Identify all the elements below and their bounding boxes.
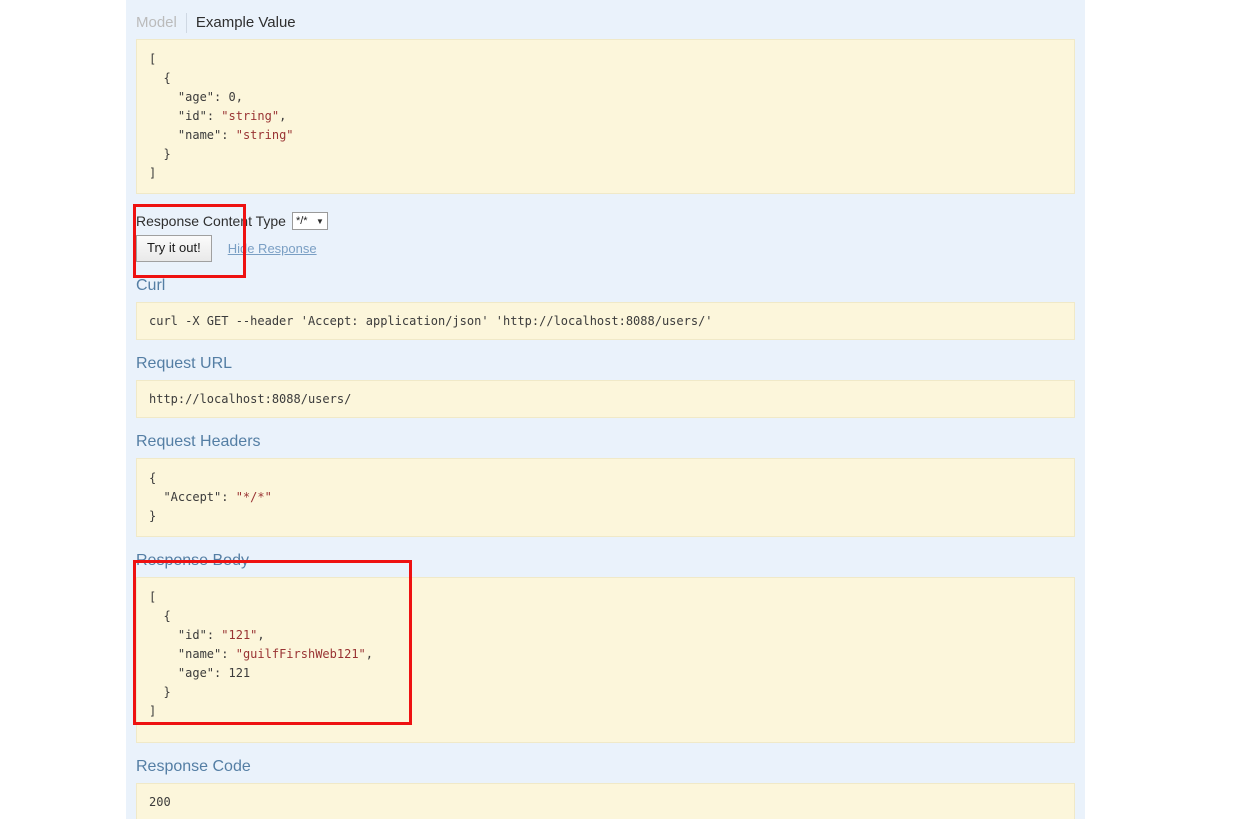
response-body-section-title: Response Body <box>136 552 249 569</box>
chevron-down-icon: ▼ <box>316 216 324 226</box>
swagger-ui-page: Model Example Value [ { "age": 0, "id": … <box>0 0 1245 819</box>
request-headers-section-title: Request Headers <box>136 433 261 450</box>
curl-command-block: curl -X GET --header 'Accept: applicatio… <box>136 302 1075 340</box>
try-it-out-button[interactable]: Try it out! <box>136 235 212 262</box>
response-content-type-row: Response Content Type */* ▼ <box>136 212 1085 230</box>
tab-example-value[interactable]: Example Value <box>185 13 305 33</box>
response-body-block: [ { "id": "121", "name": "guilfFirshWeb1… <box>136 577 1075 743</box>
model-example-tabs: Model Example Value <box>126 0 1085 33</box>
response-content-type-select[interactable]: */* ▼ <box>291 212 328 230</box>
request-url-section-title: Request URL <box>136 355 233 372</box>
response-code-block: 200 <box>136 783 1075 819</box>
response-content-type-value: */* <box>295 215 308 227</box>
action-row: Try it out! Hide Response <box>136 235 1085 262</box>
curl-section-title: Curl <box>136 277 166 294</box>
hide-response-link[interactable]: Hide Response <box>228 241 317 256</box>
request-url-block: http://localhost:8088/users/ <box>136 380 1075 418</box>
tab-model[interactable]: Model <box>136 13 186 33</box>
response-code-section-title: Response Code <box>136 758 251 775</box>
request-headers-block: { "Accept": "*/*" } <box>136 458 1075 537</box>
operation-content-panel: Model Example Value [ { "age": 0, "id": … <box>126 0 1085 819</box>
response-content-type-label: Response Content Type <box>136 213 286 229</box>
response-body-wrapper: [ { "id": "121", "name": "guilfFirshWeb1… <box>126 577 1085 743</box>
example-value-code-block: [ { "age": 0, "id": "string", "name": "s… <box>136 39 1075 194</box>
